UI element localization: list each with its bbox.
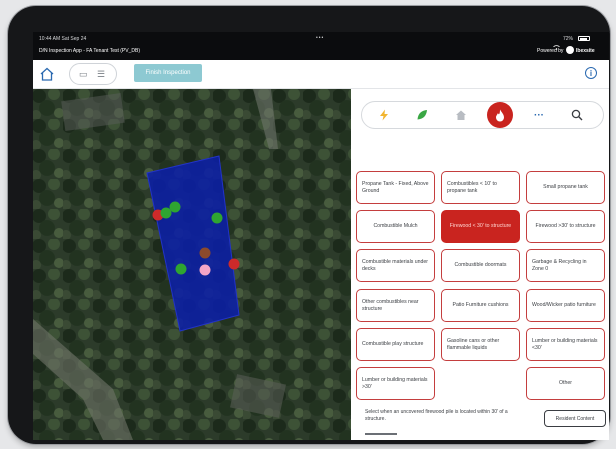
tablet-frame: 10:44 AM Sat Sep 24 ••• 72% D/N Inspecti… [8,6,610,444]
hazard-tile[interactable]: Combustible play structure [356,328,435,361]
hazard-tile[interactable]: Combustible materials under decks [356,249,435,282]
hazard-tile[interactable]: Gasoline cans or other flammable liquids [441,328,520,361]
hazard-tile[interactable]: Combustible Mulch [356,210,435,243]
hazard-tile[interactable]: Combustible doormats [441,249,520,282]
ibexsite-logo-icon [566,46,574,54]
hazard-tile[interactable]: Other [526,367,605,400]
home-button[interactable] [39,66,55,82]
status-bar: 10:44 AM Sat Sep 24 ••• 72% D/N Inspecti… [33,32,609,60]
house-icon[interactable] [451,105,471,125]
finish-inspection-button[interactable]: Finish Inspection [134,64,202,82]
leaf-icon[interactable] [412,105,432,125]
selection-note: Select when an uncovered firewood pile i… [365,409,508,422]
category-bar: ··· [361,101,604,129]
brand-name: Ibexsite [576,48,595,54]
hazard-marker[interactable] [175,263,187,275]
scroll-indicator[interactable] [365,433,397,435]
toolbar: ▭ ☰ Finish Inspection i [33,60,609,89]
more-icon[interactable]: ··· [529,105,549,125]
resident-content-button[interactable]: Resident Content [544,410,606,427]
powered-by-label: Powered by [537,48,564,54]
flame-icon[interactable] [487,102,513,128]
app-title: D/N Inspection App - FA Tenant Test (PV_… [39,48,140,54]
view-toggle[interactable]: ▭ ☰ [69,63,117,85]
map-view-icon[interactable]: ▭ [79,68,88,80]
battery-percent: 72% [563,36,574,42]
wifi-icon [553,37,560,50]
hazard-panel: ··· Propane Tank - Fixed, Above Ground Co… [351,89,609,440]
hazard-tile[interactable]: Propane Tank - Fixed, Above Ground [356,171,435,204]
hazard-tile[interactable]: Small propane tank [526,171,605,204]
hazard-tile[interactable]: Wood/Wicker patio furniture [526,289,605,322]
hazard-marker[interactable] [169,201,181,213]
info-button[interactable]: i [585,67,597,79]
home-icon [40,67,54,81]
hazard-tile[interactable]: Garbage & Recycling in Zone 0 [526,249,605,282]
hazard-tile[interactable]: Firewood < 30' to structure [441,210,520,243]
battery-icon [578,36,590,41]
hazard-tile[interactable]: Other combustibles near structure [356,289,435,322]
app-screen: 10:44 AM Sat Sep 24 ••• 72% D/N Inspecti… [33,32,609,440]
hazard-marker[interactable] [228,258,240,270]
hazard-marker[interactable] [160,207,172,219]
list-view-icon[interactable]: ☰ [97,68,105,80]
multitask-dots[interactable]: ••• [316,35,324,41]
hazard-marker[interactable] [199,264,211,276]
hazard-tile[interactable]: Lumber or building materials <30' [526,328,605,361]
hazard-tile[interactable]: Firewood >30' to structure [526,210,605,243]
hazard-tile[interactable]: Combustibles < 10' to propane tank [441,171,520,204]
hazard-marker[interactable] [199,247,211,259]
satellite-map[interactable] [33,89,351,440]
hazard-tile[interactable]: Patio Furniture cushions [441,289,520,322]
hazard-tile[interactable]: Lumber or building materials >30' [356,367,435,400]
status-time: 10:44 AM Sat Sep 24 [39,36,87,42]
lightning-icon[interactable] [374,105,394,125]
search-icon[interactable] [567,105,587,125]
hazard-marker[interactable] [211,212,223,224]
